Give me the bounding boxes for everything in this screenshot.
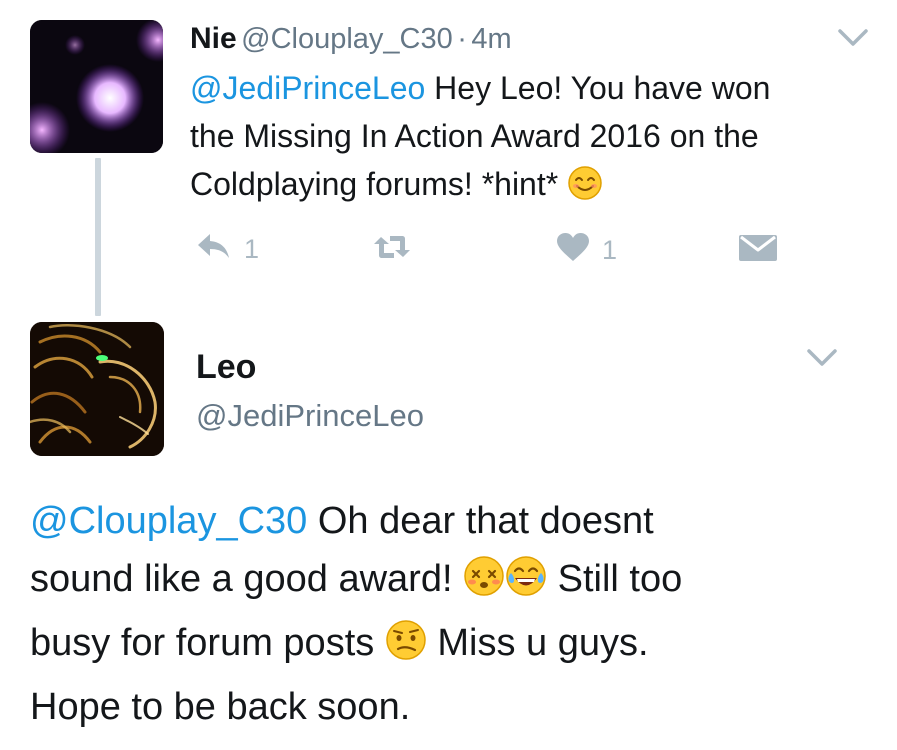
smiling-face-emoji — [567, 165, 603, 214]
text-segment: sound like a good award! — [30, 558, 464, 600]
text-segment: Coldplaying forums! *hint* — [190, 166, 568, 202]
author-name[interactable]: Nie — [190, 22, 237, 55]
chevron-down-icon[interactable] — [837, 28, 869, 48]
like-count: 1 — [602, 235, 618, 265]
reply-button[interactable]: 1 — [196, 231, 259, 268]
heart-icon — [556, 232, 590, 269]
tears-of-joy-emoji — [505, 555, 547, 614]
reply-count: 1 — [244, 234, 260, 264]
mention-link[interactable]: @Clouplay_C30 — [30, 500, 307, 542]
tweet-text: @JediPrinceLeo Hey Leo! You have won the… — [190, 64, 870, 214]
tweet-header: Nie @Clouplay_C30 · 4m — [190, 22, 512, 56]
text-segment: busy for forum posts — [30, 622, 385, 664]
thread-line — [95, 158, 101, 316]
text-segment: Oh dear that doesnt — [307, 500, 654, 542]
mention-link[interactable]: @JediPrinceLeo — [190, 70, 425, 106]
direct-message-button[interactable] — [738, 234, 778, 269]
tweet-text: @Clouplay_C30 Oh dear that doesnt sound … — [30, 492, 880, 736]
text-line: Hope to be back soon. — [30, 686, 411, 728]
separator: · — [457, 23, 467, 55]
chevron-down-icon[interactable] — [806, 348, 838, 368]
retweet-icon — [372, 233, 412, 268]
author-handle[interactable]: @JediPrinceLeo — [196, 398, 424, 434]
timestamp[interactable]: 4m — [471, 23, 511, 55]
text-segment: Miss u guys. — [426, 622, 649, 664]
author-handle[interactable]: @Clouplay_C30 — [241, 23, 453, 55]
avatar[interactable] — [30, 322, 164, 456]
reply-icon — [196, 231, 232, 268]
text-segment: Still too — [547, 558, 683, 600]
dizzy-face-emoji — [463, 555, 505, 614]
confused-face-emoji — [385, 619, 427, 678]
retweet-button[interactable] — [372, 233, 412, 268]
avatar[interactable] — [30, 20, 163, 153]
text-segment: Hey Leo! You have won — [425, 70, 771, 106]
like-button[interactable]: 1 — [556, 232, 617, 269]
author-name[interactable]: Leo — [196, 348, 256, 387]
text-line: the Missing In Action Award 2016 on the — [190, 118, 759, 154]
envelope-icon — [738, 234, 778, 269]
